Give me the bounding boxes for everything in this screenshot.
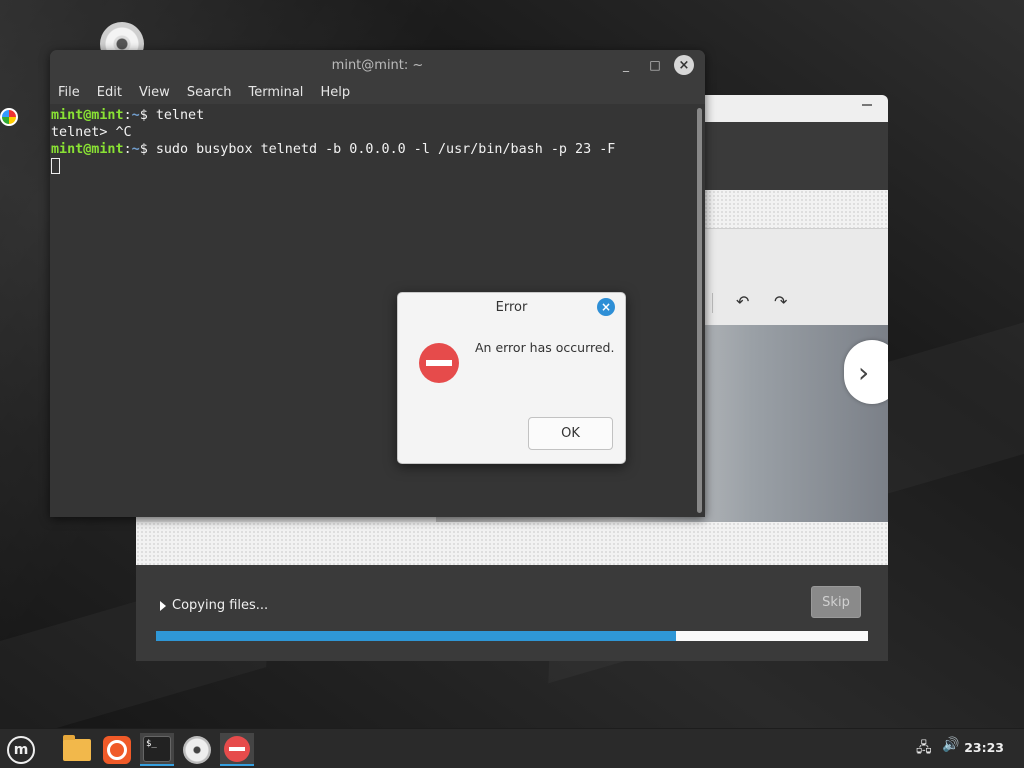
folder-icon [63, 734, 91, 761]
desktop-app-icon[interactable] [0, 108, 18, 126]
terminal-title: mint@mint: ~ [331, 57, 424, 73]
terminal-titlebar[interactable]: mint@mint: ~ _ □ × [50, 50, 705, 80]
maximize-icon[interactable]: □ [645, 55, 665, 75]
clock[interactable]: 23:23 [964, 740, 1004, 755]
close-icon[interactable]: × [674, 55, 694, 75]
terminal-line: mint@mint:~$ sudo busybox telnetd -b 0.0… [51, 142, 616, 157]
files-launcher[interactable] [60, 733, 94, 766]
prompt-user: mint@mint [51, 108, 124, 123]
menu-help[interactable]: Help [320, 85, 350, 100]
command-text: sudo busybox telnetd -b 0.0.0.0 -l /usr/… [155, 142, 616, 157]
menu-view[interactable]: View [139, 85, 170, 100]
disc-icon [183, 735, 211, 764]
error-icon [224, 735, 250, 762]
error-icon [419, 343, 459, 383]
disc-task[interactable] [180, 733, 214, 766]
command-text: telnet [155, 108, 205, 123]
minimize-icon[interactable]: _ [616, 55, 636, 75]
install-progress-bar [156, 631, 868, 641]
error-dialog: Error × An error has occurred. OK [397, 292, 626, 464]
terminal-menubar: File Edit View Search Terminal Help [50, 80, 705, 104]
dialog-titlebar[interactable]: Error × [398, 293, 625, 321]
copying-status[interactable]: Copying files... [160, 598, 268, 613]
taskbar: m $_ 🖧 🔊 23:23 [0, 728, 1024, 768]
text-cursor [51, 158, 60, 174]
error-task[interactable] [220, 733, 254, 766]
menu-search[interactable]: Search [187, 85, 232, 100]
prompt-path: ~ [131, 142, 140, 157]
prompt-path: ~ [131, 108, 140, 123]
chevron-right-icon: › [858, 355, 870, 389]
network-icon[interactable]: 🖧 [916, 737, 932, 761]
undo-icon: ↶ [736, 292, 750, 311]
firefox-icon [103, 735, 131, 764]
terminal-line: mint@mint:~$ telnet [51, 108, 205, 123]
menu-button[interactable]: m [4, 733, 38, 766]
prompt-user: mint@mint [51, 142, 124, 157]
menu-edit[interactable]: Edit [97, 85, 122, 100]
terminal-task[interactable]: $_ [140, 733, 174, 766]
menu-terminal[interactable]: Terminal [248, 85, 303, 100]
terminal-icon: $_ [143, 735, 171, 762]
installer-status-panel [136, 565, 888, 661]
dialog-close-icon[interactable]: × [597, 298, 615, 316]
expander-arrow-icon[interactable] [160, 600, 166, 611]
install-progress-fill [156, 631, 676, 641]
dialog-title: Error [495, 299, 528, 315]
terminal-scrollbar[interactable] [697, 108, 702, 513]
ok-button[interactable]: OK [528, 417, 613, 450]
installer-minimize-icon[interactable] [862, 104, 872, 106]
volume-icon[interactable]: 🔊 [942, 737, 959, 753]
skip-button[interactable]: Skip [811, 586, 861, 618]
slideshow-next-button[interactable]: › [844, 340, 888, 404]
error-message: An error has occurred. [475, 340, 615, 355]
redo-icon: ↷ [774, 292, 788, 311]
terminal-line: telnet> ^C [51, 125, 132, 140]
firefox-launcher[interactable] [100, 733, 134, 766]
menu-file[interactable]: File [58, 85, 80, 100]
mint-logo-icon: m [7, 735, 35, 764]
copying-status-label: Copying files... [172, 598, 269, 613]
